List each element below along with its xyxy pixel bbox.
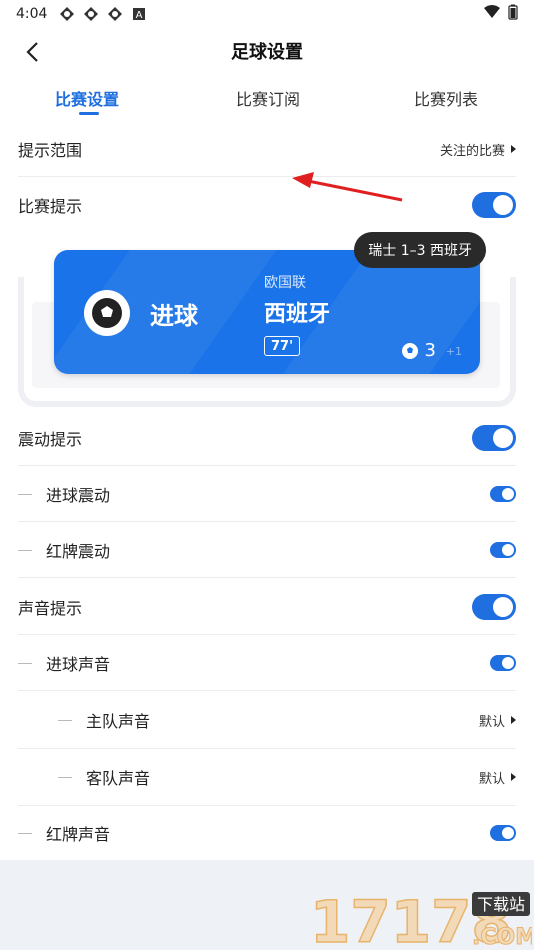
match-alert-toggle[interactable] <box>472 192 516 218</box>
setting-row-goal-sound: 进球声音 <box>0 638 534 688</box>
home-sound-label: 主队声音 <box>86 712 151 731</box>
indent-dash <box>18 493 32 495</box>
page-title: 足球设置 <box>231 42 303 63</box>
scope-selector[interactable]: 关注的比赛 <box>440 140 516 159</box>
battery-icon <box>508 4 518 24</box>
status-bar: 4:04 A <box>0 0 534 28</box>
home-sound-selector[interactable]: 默认 <box>479 711 516 730</box>
indent-dash <box>18 549 32 551</box>
divider <box>18 690 516 691</box>
tab-bar: 比赛设置 比赛订阅 比赛列表 <box>0 78 534 118</box>
divider <box>18 805 516 806</box>
divider <box>18 176 516 177</box>
wifi-icon <box>484 5 500 23</box>
indent-dash <box>18 662 32 664</box>
goal-sound-label: 进球声音 <box>46 655 111 674</box>
match-minute: 77' <box>264 336 301 356</box>
app-notification-icon <box>59 6 75 22</box>
svg-text:A: A <box>136 10 143 21</box>
notification-preview: 进球 欧国联 西班牙 77' 3 +1 瑞士 1–3 西班牙 <box>18 232 516 410</box>
goal-vibrate-label: 进球震动 <box>46 486 111 505</box>
score-tooltip: 瑞士 1–3 西班牙 <box>354 232 486 268</box>
team-name: 西班牙 <box>264 302 331 327</box>
tab-match-settings[interactable]: 比赛设置 <box>55 86 119 110</box>
divider <box>18 521 516 522</box>
vibrate-label: 震动提示 <box>18 430 83 449</box>
red-sound-toggle[interactable] <box>490 825 516 841</box>
red-sound-label: 红牌声音 <box>46 825 111 844</box>
setting-row-red-vibrate: 红牌震动 <box>0 525 534 575</box>
sound-toggle[interactable] <box>472 594 516 620</box>
red-vibrate-label: 红牌震动 <box>46 542 111 561</box>
setting-row-vibrate: 震动提示 <box>0 413 534 463</box>
status-time: 4:04 <box>16 6 48 22</box>
app-notification-icon <box>83 6 99 22</box>
app-notification-icon <box>107 6 123 22</box>
setting-row-match-alert: 比赛提示 <box>0 180 534 230</box>
league-name: 欧国联 <box>264 275 306 291</box>
status-icons: A <box>59 6 147 22</box>
sound-label: 声音提示 <box>18 599 83 618</box>
indent-dash <box>58 719 72 721</box>
home-sound-value: 默认 <box>478 714 505 730</box>
scope-label: 提示范围 <box>18 141 83 160</box>
plus-one: +1 <box>445 345 462 358</box>
tab-match-list[interactable]: 比赛列表 <box>414 86 478 110</box>
goal-notification-card: 进球 欧国联 西班牙 77' 3 +1 <box>54 250 480 374</box>
setting-row-red-sound: 红牌声音 <box>0 808 534 858</box>
goal-text: 进球 <box>150 302 198 330</box>
scope-value: 关注的比赛 <box>439 143 505 159</box>
soccer-ball-icon <box>84 290 130 336</box>
setting-row-scope[interactable]: 提示范围 关注的比赛 <box>0 124 534 174</box>
setting-row-sound: 声音提示 <box>0 582 534 632</box>
caret-right-icon <box>511 716 516 724</box>
site-watermark: 17178 下载站 .COM <box>309 887 534 950</box>
goal-count-value: 3 <box>424 340 436 361</box>
back-button[interactable] <box>18 38 46 66</box>
caret-right-icon <box>511 773 516 781</box>
away-sound-selector[interactable]: 默认 <box>479 768 516 787</box>
divider <box>18 748 516 749</box>
nav-bar: 足球设置 <box>0 28 534 74</box>
match-alert-label: 比赛提示 <box>18 197 83 216</box>
away-sound-label: 客队声音 <box>86 769 151 788</box>
watermark-site: 下载站 <box>477 895 525 914</box>
divider <box>18 634 516 635</box>
a-badge-icon: A <box>131 6 147 22</box>
caret-right-icon <box>511 145 516 153</box>
red-vibrate-toggle[interactable] <box>490 542 516 558</box>
watermark-suffix: .COM <box>472 925 532 950</box>
indent-dash <box>58 776 72 778</box>
setting-row-away-sound[interactable]: 客队声音 默认 <box>0 751 534 803</box>
active-tab-indicator <box>79 112 99 115</box>
goal-vibrate-toggle[interactable] <box>490 486 516 502</box>
divider <box>18 465 516 466</box>
setting-row-goal-vibrate: 进球震动 <box>0 469 534 519</box>
setting-row-home-sound[interactable]: 主队声音 默认 <box>0 694 534 746</box>
status-right <box>484 4 518 24</box>
vibrate-toggle[interactable] <box>472 425 516 451</box>
away-sound-value: 默认 <box>478 771 505 787</box>
soccer-ball-small-icon <box>401 342 418 359</box>
goal-count: 3 <box>401 340 436 361</box>
divider <box>18 577 516 578</box>
goal-sound-toggle[interactable] <box>490 655 516 671</box>
indent-dash <box>18 832 32 834</box>
tab-match-subscription[interactable]: 比赛订阅 <box>236 86 300 110</box>
chevron-left-icon <box>26 42 38 62</box>
